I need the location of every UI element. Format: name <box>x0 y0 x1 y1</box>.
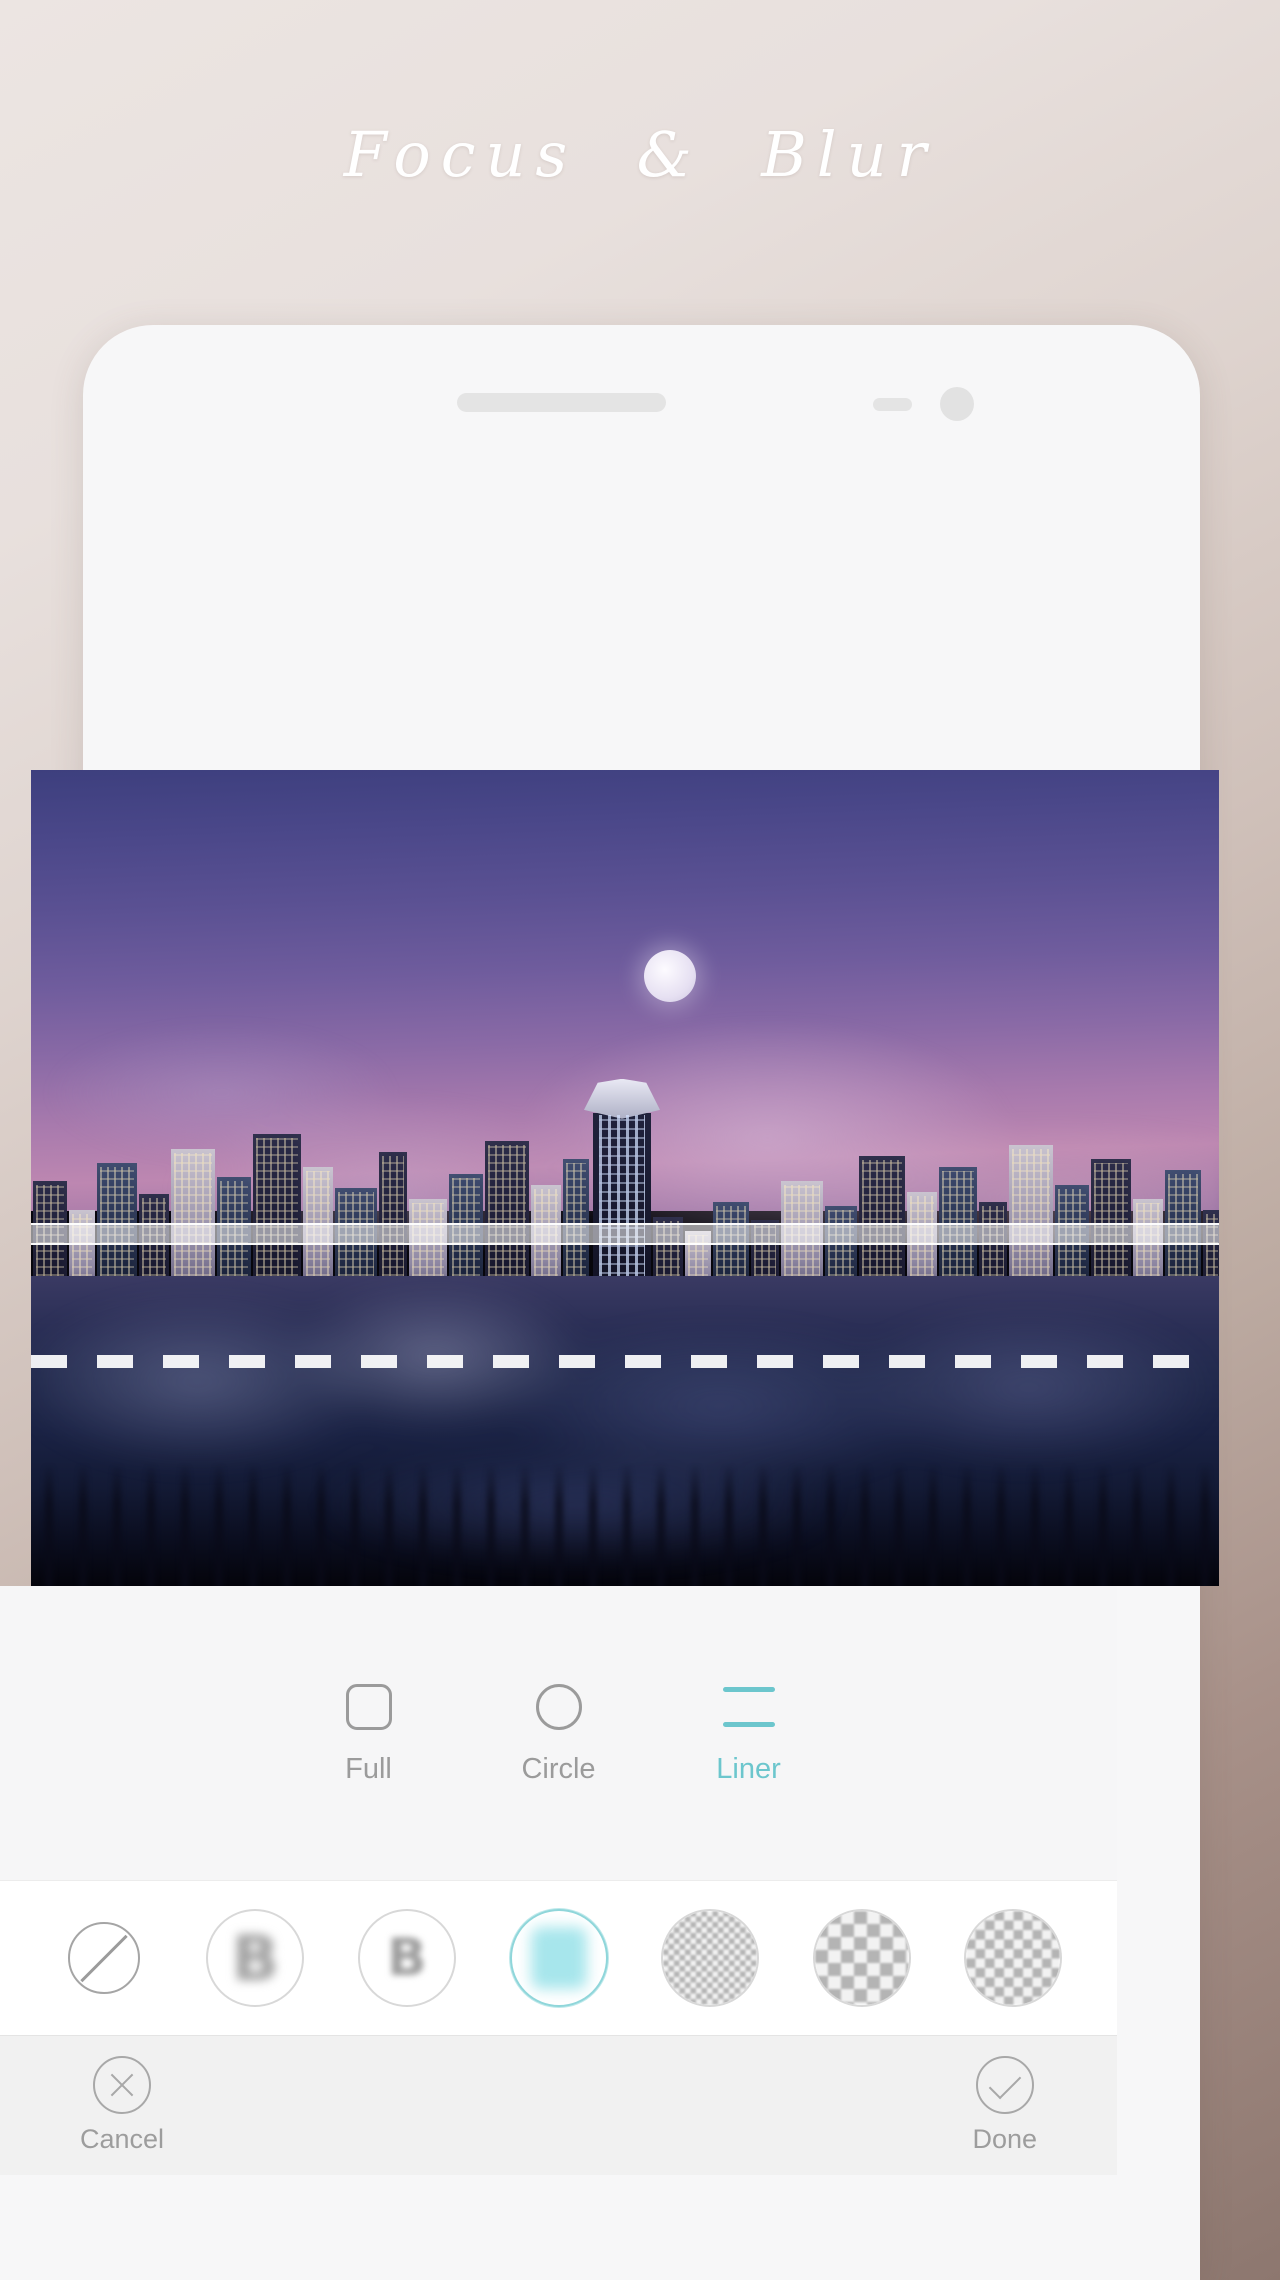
speaker-grille-icon <box>457 393 666 412</box>
blur-selected-icon <box>509 1909 608 2007</box>
mode-tab-liner[interactable]: Liner <box>654 1681 844 1786</box>
photo-foreground <box>31 1275 1219 1586</box>
two-lines-icon <box>722 1681 775 1733</box>
brush-blur-strong[interactable]: B <box>180 1909 332 2007</box>
brush-glyph: B <box>231 1921 279 1995</box>
check-circle-icon <box>975 2056 1034 2114</box>
brush-mosaic-fine[interactable] <box>634 1909 786 2007</box>
blur-b-large-icon: B <box>206 1909 305 2007</box>
brush-mosaic-coarse[interactable] <box>786 1909 938 2007</box>
done-button[interactable]: Done <box>972 2056 1037 2155</box>
blur-b-small-icon: B <box>357 1909 456 2007</box>
rounded-square-icon <box>345 1681 392 1733</box>
no-effect-icon <box>67 1922 140 1994</box>
mode-tab-bar: Full Circle Liner <box>0 1586 1117 1880</box>
brush-none[interactable] <box>28 1922 180 1994</box>
focus-band-guide[interactable] <box>31 1223 1219 1245</box>
mosaic-medium-icon <box>964 1909 1063 2007</box>
falloff-line-guide[interactable] <box>31 1355 1219 1368</box>
mode-label: Liner <box>716 1752 781 1785</box>
cancel-button[interactable]: Cancel <box>80 2056 164 2155</box>
front-camera-icon <box>940 387 974 421</box>
brush-strip: B B <box>0 1880 1117 2035</box>
circle-icon <box>535 1681 582 1733</box>
mosaic-coarse-icon <box>812 1909 911 2007</box>
brush-blur-soft[interactable]: B <box>331 1909 483 2007</box>
close-circle-icon <box>93 2056 152 2114</box>
central-tower <box>593 1112 651 1293</box>
phone-bottom-area <box>0 2175 1117 2280</box>
page-title: Focus & Blur <box>343 118 937 191</box>
brush-blur-teal-selected[interactable] <box>483 1909 635 2007</box>
photo-skyline <box>31 1112 1219 1293</box>
mode-tab-circle[interactable]: Circle <box>464 1681 654 1786</box>
cancel-label: Cancel <box>80 2124 165 2154</box>
proximity-sensor-icon <box>873 398 912 411</box>
mode-label: Circle <box>521 1752 596 1785</box>
brush-mosaic-medium[interactable] <box>937 1909 1089 2007</box>
brush-glyph: B <box>387 1928 427 1988</box>
mode-label: Full <box>345 1752 392 1785</box>
done-label: Done <box>972 2124 1037 2154</box>
mosaic-fine-icon <box>661 1909 760 2007</box>
mode-tab-full[interactable]: Full <box>274 1681 464 1786</box>
photo-canvas[interactable] <box>31 770 1219 1586</box>
action-bar: Cancel Done <box>0 2035 1117 2175</box>
moon-icon <box>644 950 696 1002</box>
